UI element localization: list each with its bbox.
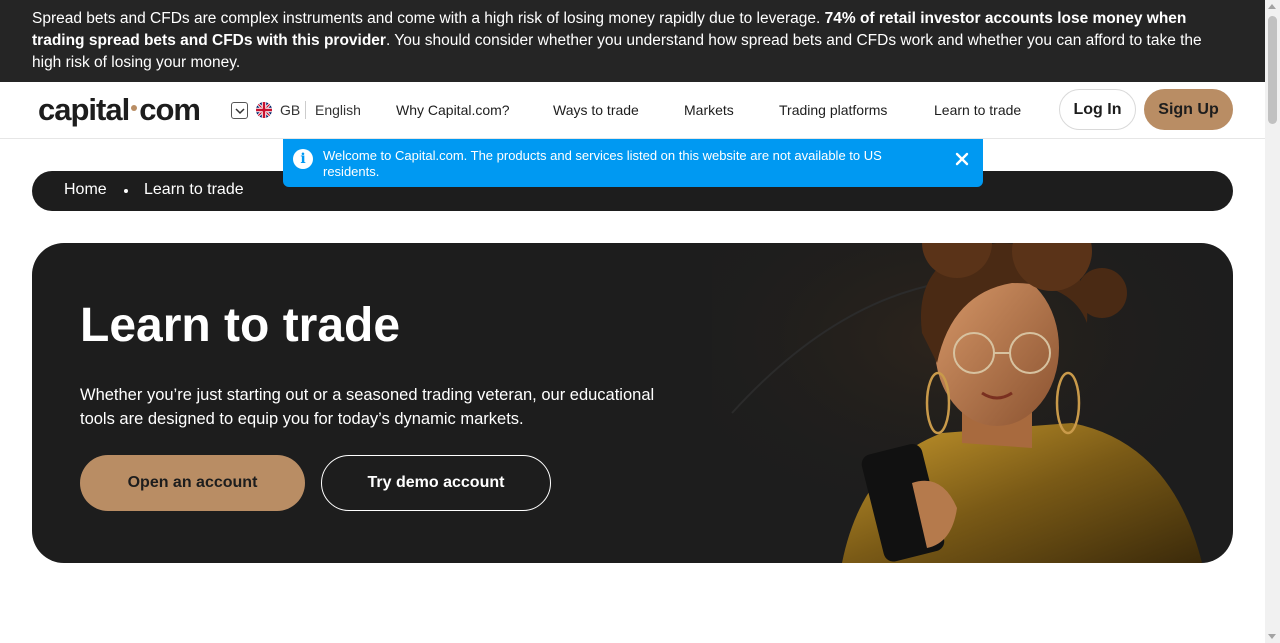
scroll-down-arrow-icon[interactable] — [1268, 634, 1276, 639]
site-header: capital com GB English Why Capital.com? W… — [0, 82, 1265, 139]
info-icon: i — [293, 149, 313, 169]
language-dropdown-chevron-icon[interactable] — [231, 102, 248, 119]
close-icon[interactable] — [954, 151, 970, 167]
uk-flag-icon — [256, 102, 272, 118]
breadcrumb-current: Learn to trade — [144, 181, 244, 198]
us-residents-notice: i Welcome to Capital.com. The products a… — [283, 139, 983, 187]
signup-button[interactable]: Sign Up — [1144, 89, 1233, 130]
try-demo-account-button[interactable]: Try demo account — [321, 455, 551, 511]
page-title: Learn to trade — [80, 299, 401, 352]
breadcrumb-home-link[interactable]: Home — [64, 181, 107, 199]
nav-why-capital[interactable]: Why Capital.com? — [396, 102, 510, 118]
breadcrumb-separator — [124, 189, 128, 193]
nav-trading-platforms[interactable]: Trading platforms — [779, 102, 887, 118]
open-account-button[interactable]: Open an account — [80, 455, 305, 511]
hero-section: Learn to trade Whether you’re just start… — [32, 243, 1233, 563]
risk-warning-text: Spread bets and CFDs are complex instrum… — [32, 10, 825, 27]
language-divider — [305, 101, 306, 119]
nav-ways-to-trade[interactable]: Ways to trade — [553, 102, 639, 118]
scrollbar-thumb[interactable] — [1268, 16, 1277, 124]
login-button[interactable]: Log In — [1059, 89, 1136, 130]
nav-learn-to-trade[interactable]: Learn to trade — [934, 102, 1021, 118]
hero-woman-with-phone-image — [712, 243, 1233, 563]
language-name[interactable]: English — [315, 102, 361, 118]
hero-description: Whether you’re just starting out or a se… — [80, 386, 655, 428]
risk-warning-banner: Spread bets and CFDs are complex instrum… — [0, 0, 1265, 82]
nav-markets[interactable]: Markets — [684, 102, 734, 118]
notice-text: Welcome to Capital.com. The products and… — [323, 148, 882, 179]
scroll-up-arrow-icon[interactable] — [1268, 4, 1276, 9]
language-country[interactable]: GB — [280, 102, 300, 118]
capital-com-logo[interactable]: capital com — [38, 92, 201, 128]
page-scrollbar[interactable] — [1265, 0, 1280, 643]
